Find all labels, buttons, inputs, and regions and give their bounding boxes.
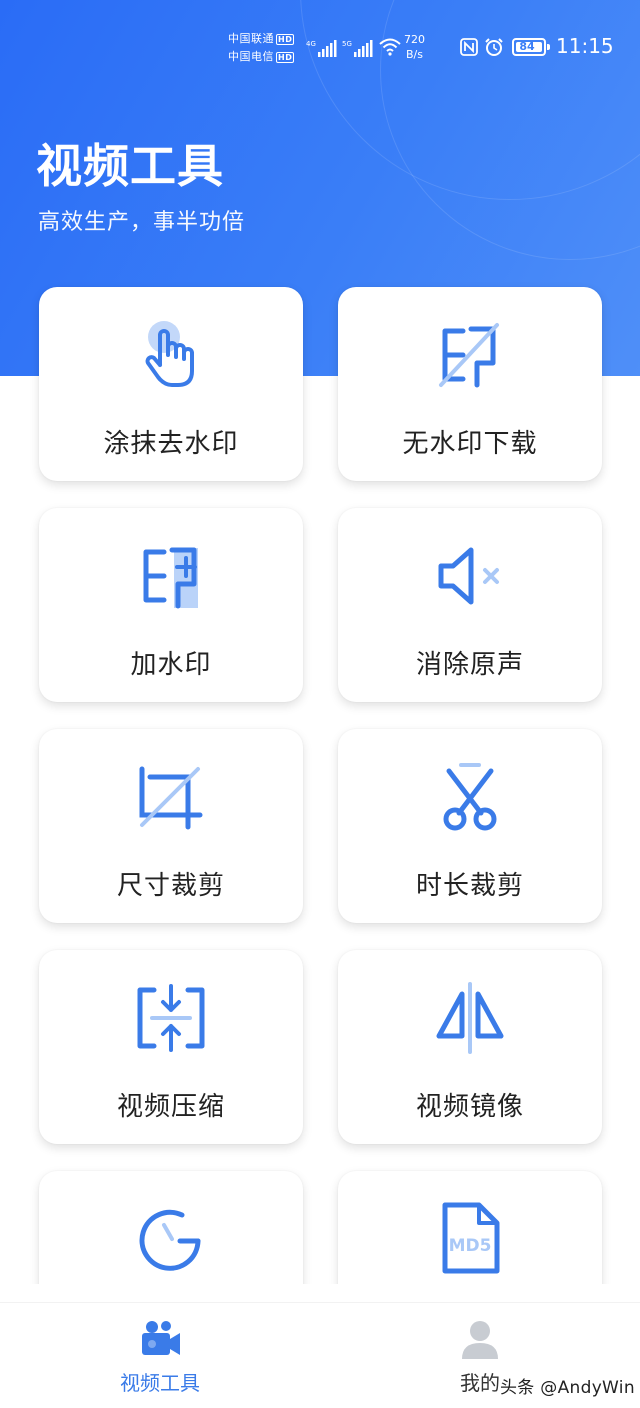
crop-icon xyxy=(139,766,203,830)
tool-card-duration-trim[interactable]: 时长裁剪 xyxy=(338,729,602,923)
mute-icon xyxy=(438,547,499,605)
tool-card-size-crop[interactable]: 尺寸裁剪 xyxy=(39,729,303,923)
tool-label: 消除原声 xyxy=(415,650,524,680)
source-watermark: 头条 @AndyWin xyxy=(500,1378,635,1398)
tool-label: 无水印下载 xyxy=(402,429,538,459)
tool-grid: 涂抹去水印 无水印下载 加水印 消除原声 尺寸裁剪 时长裁剪 视频压缩 视频镜像… xyxy=(0,0,640,1284)
compress-icon xyxy=(137,984,205,1052)
tool-label: 加水印 xyxy=(130,650,212,680)
no-watermark-icon xyxy=(439,323,499,388)
scissors-icon xyxy=(443,763,497,831)
tool-label: 视频镜像 xyxy=(415,1092,524,1122)
tool-card-video-compress[interactable]: 视频压缩 xyxy=(39,950,303,1144)
tool-card-video-mirror[interactable]: 视频镜像 xyxy=(338,950,602,1144)
tool-card-no-watermark-download[interactable]: 无水印下载 xyxy=(338,287,602,481)
tool-card-add-watermark[interactable]: 加水印 xyxy=(39,508,303,702)
md5-label: MD5 xyxy=(449,1236,492,1256)
tool-label: 尺寸裁剪 xyxy=(116,871,225,901)
md5-file-icon: MD5 xyxy=(442,1202,500,1274)
tool-card-smear-remove-watermark[interactable]: 涂抹去水印 xyxy=(39,287,303,481)
tool-card-md5[interactable]: MD5 xyxy=(338,1171,602,1284)
tool-card-remove-audio[interactable]: 消除原声 xyxy=(338,508,602,702)
tool-card-speed[interactable] xyxy=(39,1171,303,1284)
tab-label: 视频工具 xyxy=(120,1371,200,1395)
tool-label: 视频压缩 xyxy=(116,1092,225,1122)
mirror-icon xyxy=(436,982,504,1054)
speed-gauge-icon xyxy=(139,1209,201,1271)
hand-tap-icon xyxy=(145,321,194,387)
tool-label: 时长裁剪 xyxy=(415,871,524,901)
tab-video-tools[interactable]: 视频工具 xyxy=(0,1303,320,1408)
tool-label: 涂抹去水印 xyxy=(103,429,239,459)
add-watermark-icon xyxy=(143,547,198,609)
video-camera-icon xyxy=(142,1321,180,1355)
user-icon xyxy=(462,1321,498,1359)
